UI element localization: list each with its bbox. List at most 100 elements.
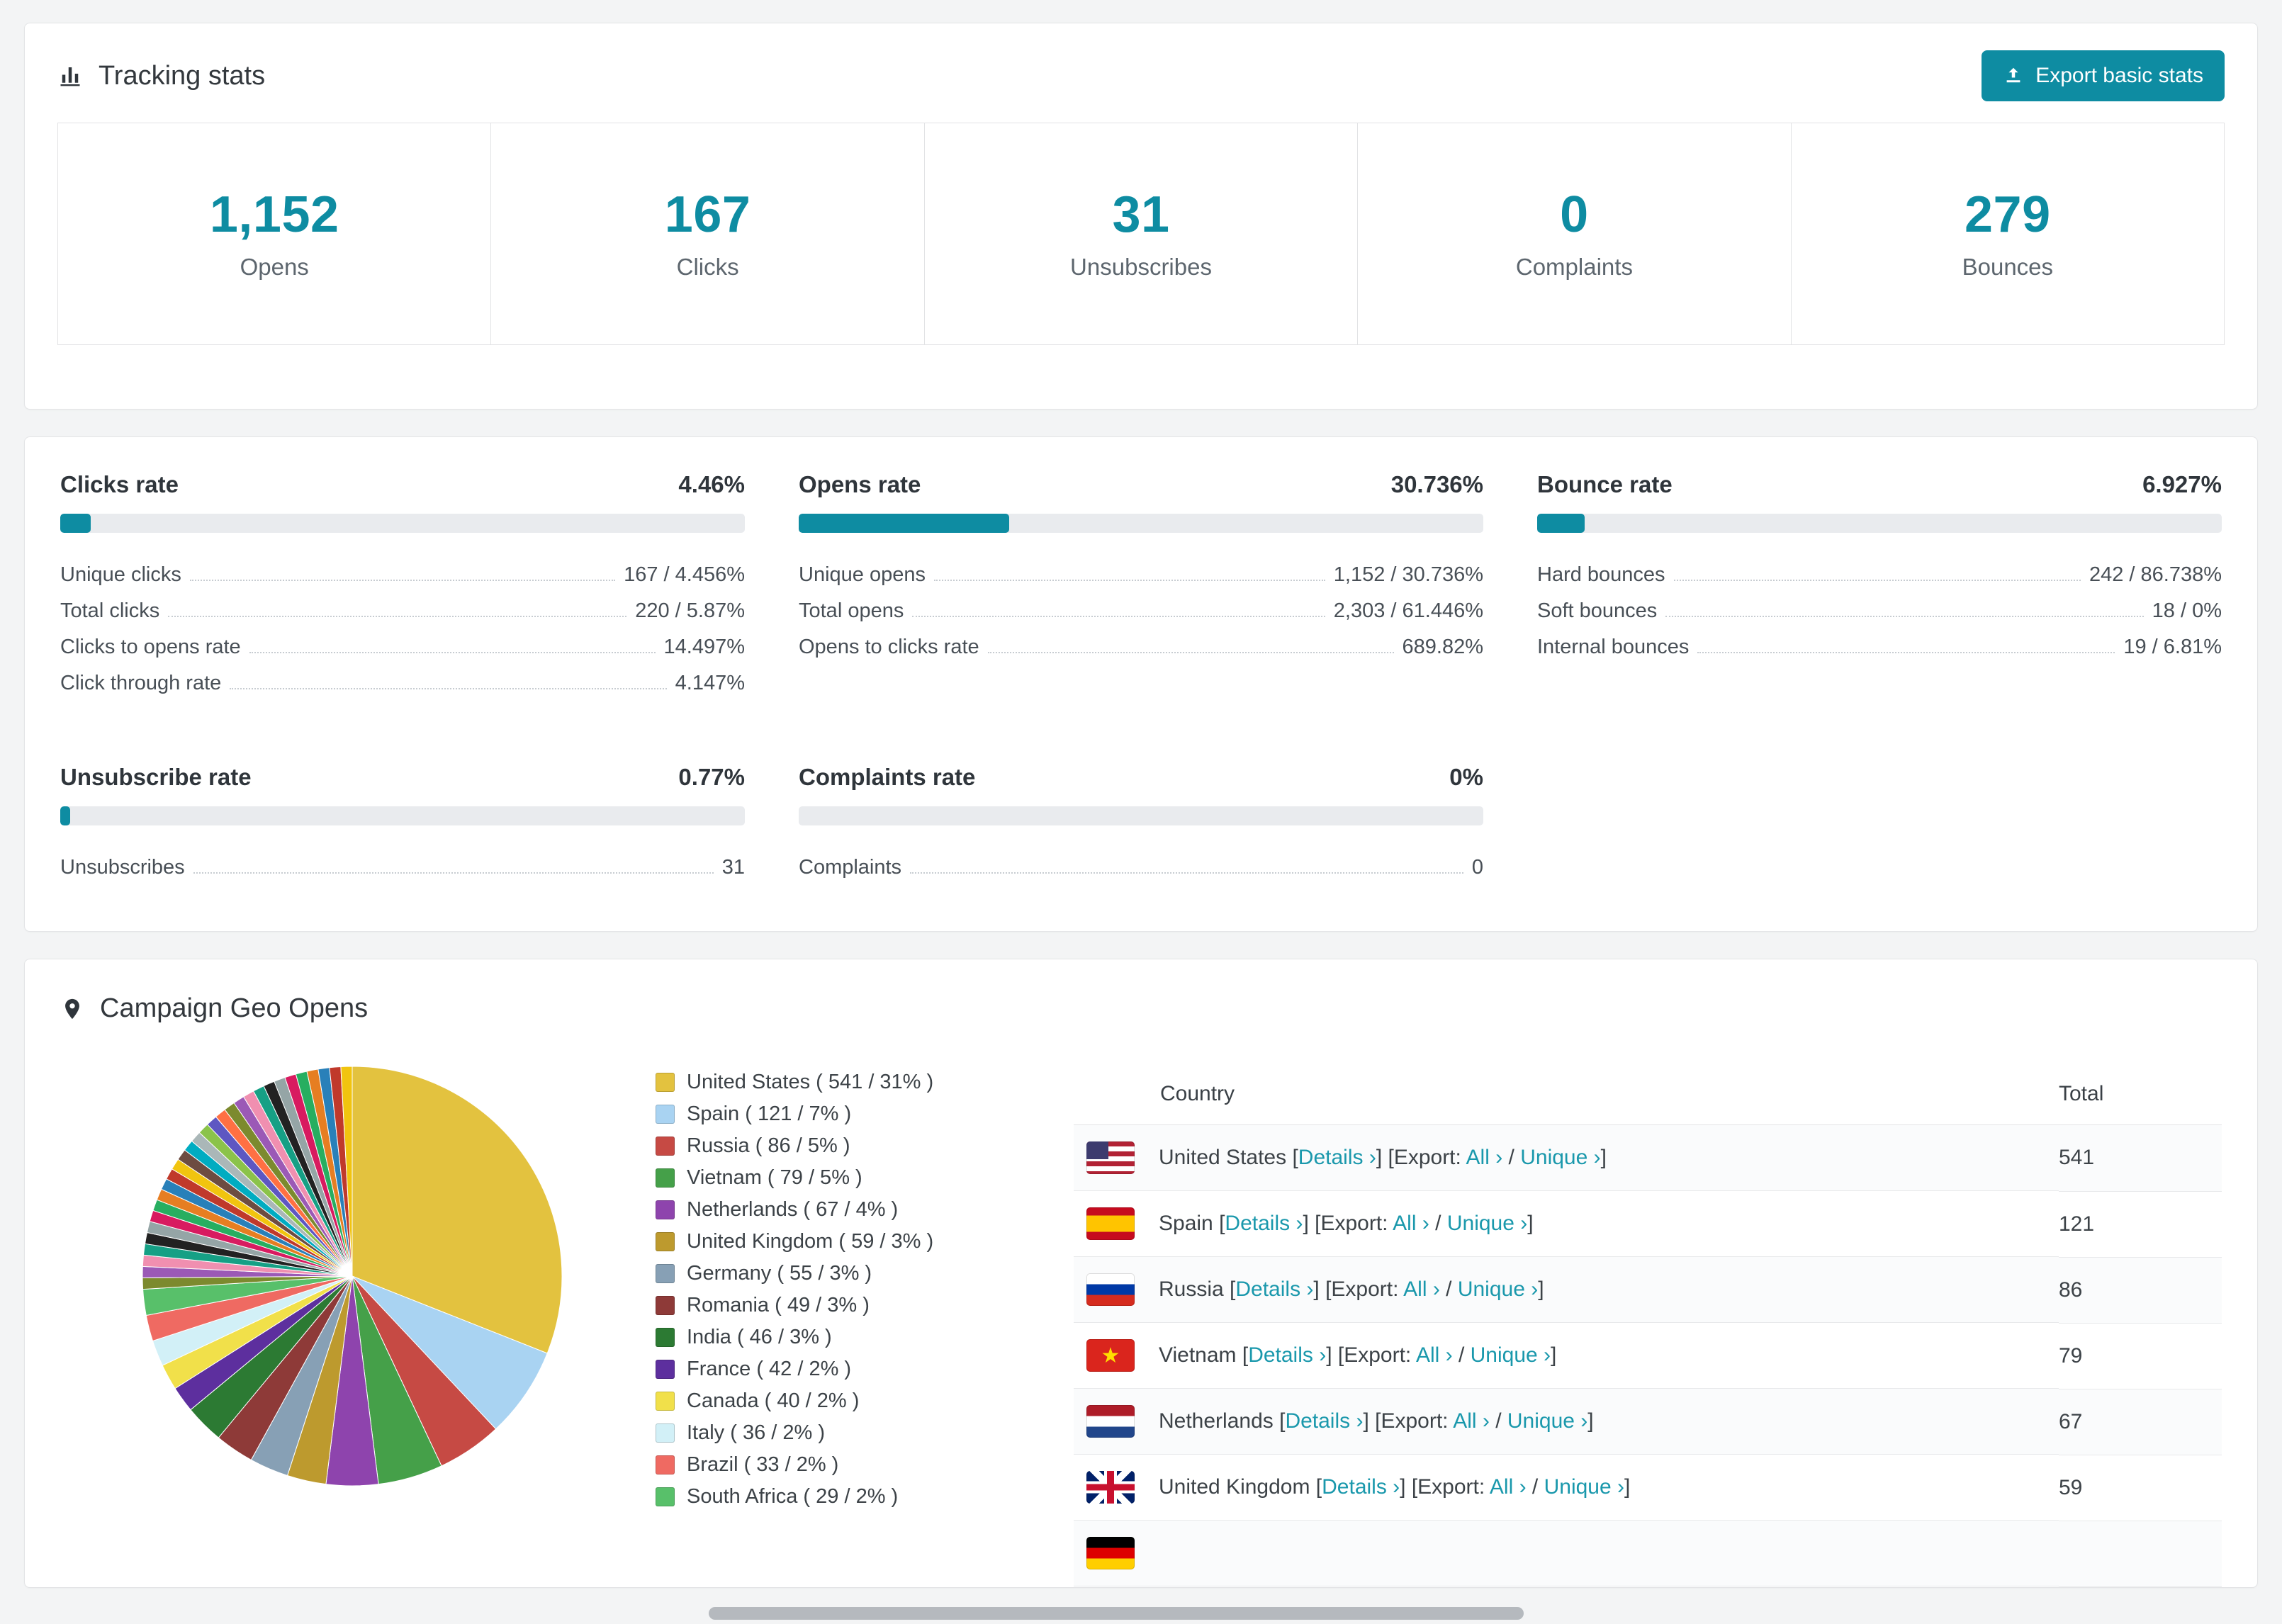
flag-de-icon [1086,1537,1135,1569]
legend-item-spain: Spain ( 121 / 7% ) [656,1098,967,1130]
details-link[interactable]: Details › [1298,1146,1376,1169]
stats-summary-row: 1,152 Opens 167 Clicks 31 Unsubscribes 0 Compla… [57,123,2225,345]
stat-box-opens: 1,152 Opens [57,123,492,345]
rate-title: Opens rate [799,471,921,497]
legend-item-united-kingdom: United Kingdom ( 59 / 3% ) [656,1226,967,1258]
total-cell: 121 [2059,1191,2222,1258]
export-all-link[interactable]: All › [1416,1343,1453,1367]
export-all-link[interactable]: All › [1453,1409,1490,1433]
bracket-close: ] [1538,1278,1544,1301]
geo-table-row-vietnam: Vietnam [Details ›] [Export: All › / Uni… [1074,1323,2222,1389]
rate-title: Unsubscribe rate [60,764,252,790]
export-basic-stats-button[interactable]: Export basic stats [1982,50,2225,101]
slash-separator: / [1526,1475,1544,1499]
legend-swatch [656,1073,675,1092]
export-unique-link[interactable]: Unique › [1471,1343,1551,1367]
rate-panel-bounce: Bounce rate 6.927% Hard bounces 242 / 86.73… [1537,471,2222,697]
export-label: ] [Export: [1303,1212,1393,1235]
details-link[interactable]: Details › [1235,1278,1313,1301]
details-link[interactable]: Details › [1225,1212,1303,1235]
flag-es-icon [1086,1207,1135,1240]
legend-item-russia: Russia ( 86 / 5% ) [656,1130,967,1162]
legend-item-united-states: United States ( 541 / 31% ) [656,1066,967,1098]
campaign-geo-opens-card: Campaign Geo Opens United States ( 541 /… [24,959,2258,1588]
legend-swatch [656,1328,675,1347]
stat-box-clicks: 167 Clicks [490,123,925,345]
stat-label: Opens [240,254,309,280]
country-cell: Spain [Details ›] [Export: All › / Uniqu… [1074,1191,2059,1257]
flag-nl-icon [1086,1405,1135,1438]
bracket-close: ] [1624,1475,1631,1499]
country-name: Vietnam [ [1159,1343,1249,1367]
total-cell: 59 [2059,1455,2222,1521]
export-all-link[interactable]: All › [1403,1278,1440,1301]
export-unique-link[interactable]: Unique › [1544,1475,1624,1499]
details-link[interactable]: Details › [1322,1475,1400,1499]
dotted-leader [933,580,1325,581]
bracket-close: ] [1551,1343,1557,1367]
rate-row-label: Clicks to opens rate [60,636,241,658]
geo-table-row-russia: Russia [Details ›] [Export: All › / Uniq… [1074,1257,2222,1324]
campaign-geo-opens-title-text: Campaign Geo Opens [100,993,369,1023]
rate-row-label: Unique clicks [60,563,181,586]
country-name: United States [ [1159,1146,1298,1169]
country-cell-text: Russia [Details ›] [Export: All › / Uniq… [1159,1278,1544,1302]
bar-chart-icon [57,63,83,89]
legend-label: Canada ( 40 / 2% ) [687,1389,860,1412]
tracking-stats-title: Tracking stats [57,61,265,91]
export-unique-link[interactable]: Unique › [1507,1409,1587,1433]
stat-label: Bounces [1962,254,2054,280]
rate-row-value: 31 [721,856,745,879]
rate-value: 0.77% [678,764,745,790]
rate-panel-header: Clicks rate 4.46% [60,471,745,498]
rate-row: Click through rate 4.147% [60,661,745,697]
rate-row-label: Total clicks [60,599,160,622]
legend-label: South Africa ( 29 / 2% ) [687,1485,899,1508]
country-cell-text: Vietnam [Details ›] [Export: All › / Uni… [1159,1343,1556,1368]
geo-pie-chart [140,1064,565,1489]
country-cell-text: Spain [Details ›] [Export: All › / Uniqu… [1159,1212,1534,1236]
legend-swatch [656,1137,675,1156]
slash-separator: / [1489,1409,1507,1433]
legend-label: United States ( 541 / 31% ) [687,1071,934,1093]
geo-table-row-partial [1074,1521,2222,1587]
legend-label: Russia ( 86 / 5% ) [687,1134,850,1157]
export-label: ] [Export: [1326,1343,1416,1367]
details-link[interactable]: Details › [1248,1343,1326,1367]
geo-table-row-netherlands: Netherlands [Details ›] [Export: All › /… [1074,1389,2222,1455]
stat-value: 31 [1112,186,1170,243]
total-cell: 67 [2059,1389,2222,1455]
stat-box-bounces: 279 Bounces [1790,123,2225,345]
country-cell-text: United States [Details ›] [Export: All ›… [1159,1146,1607,1170]
horizontal-scrollbar-thumb[interactable] [709,1607,1524,1620]
legend-label: Netherlands ( 67 / 4% ) [687,1198,899,1221]
total-cell [2059,1521,2222,1587]
stat-box-unsubscribes: 31 Unsubscribes [923,123,1359,345]
bracket-close: ] [1527,1212,1534,1235]
export-all-link[interactable]: All › [1466,1146,1503,1169]
export-label: ] [Export: [1313,1278,1404,1301]
progress-bar-fill [60,806,70,825]
dotted-leader [249,652,656,653]
flag-ru-icon [1086,1273,1135,1306]
export-all-link[interactable]: All › [1490,1475,1527,1499]
rate-panel-complaints: Complaints rate 0% Complaints 0 [799,764,1483,881]
geo-table-row-united-kingdom: United Kingdom [Details ›] [Export: All … [1074,1455,2222,1521]
country-name: Spain [ [1159,1212,1225,1235]
details-link[interactable]: Details › [1285,1409,1363,1433]
export-unique-link[interactable]: Unique › [1520,1146,1600,1169]
export-all-link[interactable]: All › [1393,1212,1429,1235]
progress-bar-fill [60,514,91,533]
rate-row-label: Total opens [799,599,904,622]
country-name: Russia [ [1159,1278,1236,1301]
export-unique-link[interactable]: Unique › [1458,1278,1538,1301]
progress-bar [1537,514,2222,533]
rate-row-label: Internal bounces [1537,636,1690,658]
rate-row-value: 4.147% [675,672,745,694]
geo-table: Country Total United States [Details ›] … [1074,1064,2222,1587]
rate-row: Total opens 2,303 / 61.446% [799,589,1483,625]
export-unique-link[interactable]: Unique › [1447,1212,1527,1235]
rate-value: 6.927% [2142,471,2222,497]
export-label: ] [Export: [1400,1475,1490,1499]
rate-row-label: Click through rate [60,672,222,694]
